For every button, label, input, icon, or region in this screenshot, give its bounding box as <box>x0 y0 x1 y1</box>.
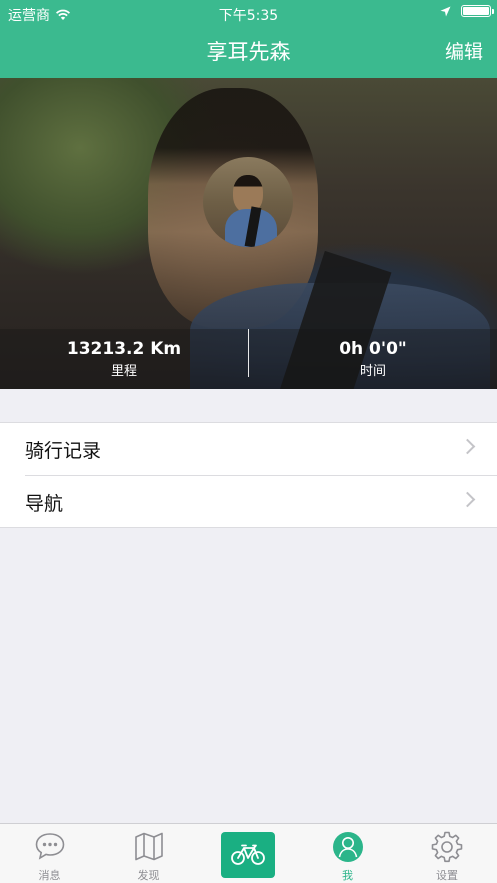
tab-ride[interactable] <box>198 824 298 883</box>
menu-item-ride-records[interactable]: 骑行记录 <box>0 423 497 475</box>
menu-item-label: 导航 <box>25 493 64 515</box>
tab-label: 发现 <box>137 869 160 882</box>
chevron-right-icon <box>459 438 476 455</box>
time-label: 时间 <box>359 364 386 379</box>
ride-stats: 13213.2 Km 里程 0h 0'0" 时间 <box>0 329 497 389</box>
ride-button[interactable] <box>221 832 275 878</box>
menu-item-label: 骑行记录 <box>25 440 102 462</box>
distance-label: 里程 <box>110 364 137 379</box>
avatar[interactable] <box>203 157 293 247</box>
tab-label: 设置 <box>436 869 458 882</box>
gear-icon <box>431 831 463 863</box>
status-time: 下午5:35 <box>218 8 279 24</box>
menu-list: 骑行记录 导航 <box>0 422 497 528</box>
menu-item-navigation[interactable]: 导航 <box>25 475 497 527</box>
distance-value: 13213.2 Km <box>66 339 182 359</box>
edit-button[interactable]: 编辑 <box>445 37 483 64</box>
status-bar: 运营商 下午5:35 <box>0 0 497 26</box>
time-stat: 0h 0'0" 时间 <box>249 339 497 379</box>
bicycle-icon <box>231 844 265 865</box>
profile-banner: 13213.2 Km 里程 0h 0'0" 时间 <box>0 78 497 389</box>
chevron-right-icon <box>459 491 476 508</box>
top-bar: 运营商 下午5:35 享耳先森 编辑 <box>0 0 497 78</box>
tab-discover[interactable]: 发现 <box>99 824 198 883</box>
chat-bubble-icon <box>35 833 64 860</box>
tab-bar: 消息 发现 我 设置 <box>0 823 497 883</box>
tab-me[interactable]: 我 <box>298 824 397 883</box>
tab-messages[interactable]: 消息 <box>0 824 99 883</box>
location-arrow-icon <box>440 6 451 16</box>
time-value: 0h 0'0" <box>339 339 407 359</box>
tab-label: 我 <box>342 869 353 882</box>
person-icon <box>332 832 363 862</box>
tab-label: 消息 <box>38 869 61 882</box>
tab-settings[interactable]: 设置 <box>397 824 497 883</box>
battery-icon <box>461 5 494 17</box>
page-title: 享耳先森 <box>206 40 291 64</box>
map-icon <box>134 832 163 861</box>
status-right <box>440 5 494 17</box>
distance-stat: 13213.2 Km 里程 <box>0 339 248 379</box>
